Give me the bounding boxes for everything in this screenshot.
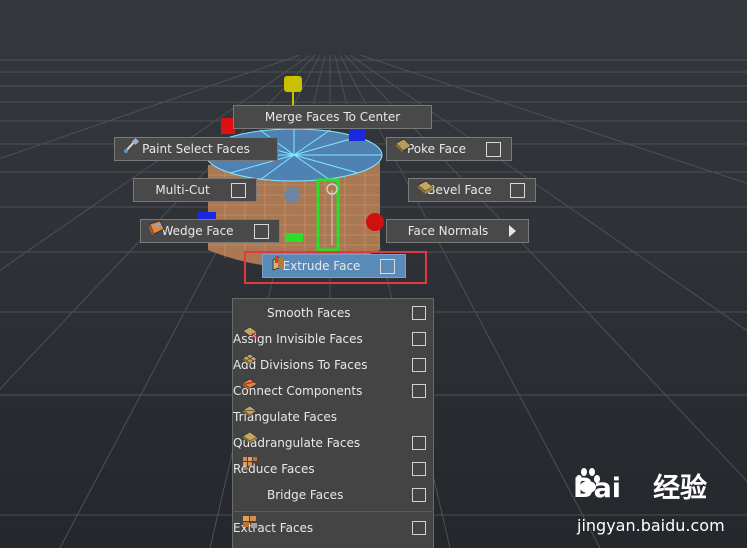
menu-item-label: Connect Components — [233, 384, 363, 398]
marking-menu-north-east[interactable]: Poke Face — [386, 137, 512, 161]
menu-item-label: Smooth Faces — [267, 306, 351, 320]
connect-components-icon — [242, 378, 258, 391]
highlight-rectangle — [244, 251, 427, 284]
connect-components-option-box[interactable] — [412, 384, 426, 398]
marking-menu-south-east[interactable]: Face Normals — [386, 219, 529, 243]
blank-icon — [242, 488, 258, 502]
paw-icon — [576, 468, 600, 493]
marking-menu-west[interactable]: Multi-Cut — [133, 178, 257, 202]
reduce-icon — [243, 457, 257, 470]
watermark-url: jingyan.baidu.com — [577, 516, 725, 535]
bevel-face-option-box[interactable] — [510, 182, 525, 198]
paint-brush-icon — [124, 138, 140, 153]
blank-icon — [242, 306, 258, 320]
menu-item-label: Assign Invisible Faces — [233, 332, 363, 346]
extract-faces-option-box[interactable] — [412, 521, 426, 535]
menu-item-label: Add Divisions To Faces — [233, 358, 368, 372]
submenu-arrow-icon — [509, 225, 516, 237]
marking-menu-east[interactable]: Bevel Face — [408, 178, 536, 202]
menu-item-reduce-faces[interactable]: Reduce Faces — [233, 456, 433, 482]
3d-viewport[interactable]: Merge Faces To Center Paint Select Faces… — [0, 0, 747, 548]
menu-item-quadrangulate-faces[interactable]: Quadrangulate Faces — [233, 430, 433, 456]
menu-item-assign-invisible-faces[interactable]: Assign Invisible Faces — [233, 326, 433, 352]
marking-menu-west-label: Multi-Cut — [155, 183, 210, 197]
menu-item-label: Bridge Faces — [267, 488, 344, 502]
poke-face-icon — [395, 138, 412, 153]
poke-face-option-box[interactable] — [486, 141, 501, 157]
menu-separator — [234, 511, 432, 512]
marking-menu-north-west[interactable]: Paint Select Faces — [114, 137, 278, 161]
wedge-face-option-box[interactable] — [254, 223, 269, 239]
assign-invisible-faces-icon — [242, 326, 258, 340]
menu-item-label: Extract Faces — [233, 521, 314, 535]
assign-invisible-faces-option-box[interactable] — [412, 332, 426, 346]
menu-item-label: Triangulate Faces — [233, 410, 337, 424]
baidu-watermark: Bai 经验 jingyan.baidu.com — [573, 466, 743, 544]
faces-context-menu: Smooth Faces Assign Invisible Faces Add … — [232, 298, 434, 548]
marking-menu-south-east-label: Face Normals — [407, 224, 489, 238]
smooth-faces-option-box[interactable] — [412, 306, 426, 320]
reduce-faces-option-box[interactable] — [412, 462, 426, 476]
bridge-faces-option-box[interactable] — [412, 488, 426, 502]
menu-item-label: Quadrangulate Faces — [233, 436, 361, 450]
menu-item-extract-faces[interactable]: Extract Faces — [233, 515, 433, 541]
multi-cut-option-box[interactable] — [231, 182, 246, 198]
menu-item-label: Reduce Faces — [233, 462, 315, 476]
menu-item-connect-components[interactable]: Connect Components — [233, 378, 433, 404]
quadrangulate-icon — [242, 431, 258, 443]
marking-menu-south-west[interactable]: Wedge Face — [140, 219, 280, 243]
menu-item-smooth-faces[interactable]: Smooth Faces — [233, 300, 433, 326]
add-divisions-icon — [242, 353, 258, 365]
marking-menu-north[interactable]: Merge Faces To Center — [233, 105, 432, 129]
marking-menu-north-label: Merge Faces To Center — [264, 110, 401, 124]
extract-icon — [243, 516, 257, 528]
menu-item-bridge-faces[interactable]: Bridge Faces — [233, 482, 433, 508]
wedge-face-icon — [149, 220, 165, 235]
triangulate-icon — [242, 405, 258, 417]
menu-item-triangulate-faces[interactable]: Triangulate Faces — [233, 404, 433, 430]
menu-item-add-divisions-to-faces[interactable]: Add Divisions To Faces — [233, 352, 433, 378]
add-divisions-option-box[interactable] — [412, 358, 426, 372]
quadrangulate-option-box[interactable] — [412, 436, 426, 450]
bevel-face-icon — [417, 180, 434, 194]
